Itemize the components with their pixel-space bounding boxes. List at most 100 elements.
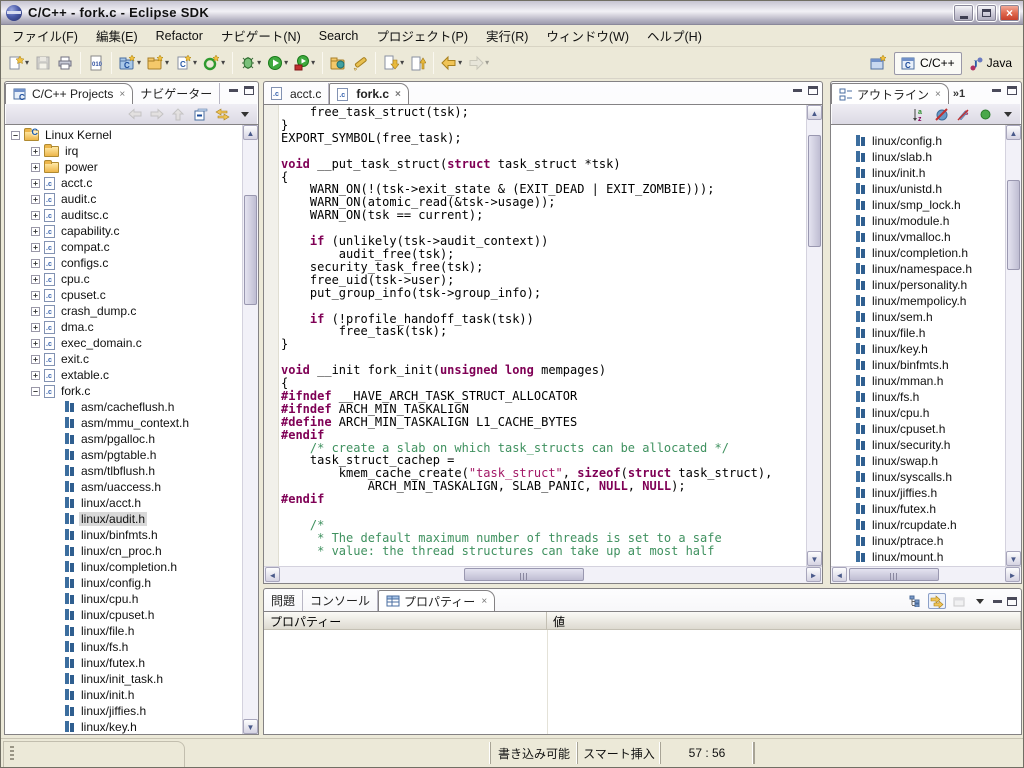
new-class-button[interactable]: ▾ [200, 51, 228, 75]
expand-icon[interactable]: + [31, 259, 40, 268]
tree-item[interactable]: linux/audit.h [7, 511, 241, 527]
print-button[interactable] [54, 51, 76, 75]
outline-item[interactable]: linux/sem.h [833, 309, 1004, 325]
external-tools-button[interactable]: ▾ [291, 51, 318, 75]
tree-item[interactable]: +configs.c [7, 255, 241, 271]
outline-item[interactable]: linux/mempolicy.h [833, 293, 1004, 309]
tree-item[interactable]: linux/key.h [7, 719, 241, 734]
collapse-icon[interactable]: − [31, 387, 40, 396]
outline-item[interactable]: linux/futex.h [833, 501, 1004, 517]
outline-item[interactable]: linux/key.h [833, 341, 1004, 357]
scroll-down-icon[interactable]: ▼ [1006, 551, 1021, 566]
outline-item[interactable]: linux/namespace.h [833, 261, 1004, 277]
tab-problems[interactable]: 問題 [264, 590, 303, 611]
outline-item[interactable]: linux/personality.h [833, 277, 1004, 293]
close-tab-icon[interactable]: × [481, 596, 487, 607]
scroll-up-icon[interactable]: ▲ [1006, 125, 1021, 140]
tree-item[interactable]: +power [7, 159, 241, 175]
tree-item[interactable]: asm/cacheflush.h [7, 399, 241, 415]
scroll-thumb[interactable] [244, 195, 257, 305]
restore-default-button[interactable] [951, 593, 966, 609]
outline-item[interactable]: linux/ptrace.h [833, 533, 1004, 549]
tree-item[interactable]: +cpuset.c [7, 287, 241, 303]
hide-static-button[interactable]: s [955, 106, 972, 122]
view-menu-icon[interactable] [999, 106, 1016, 122]
outline-item[interactable]: linux/fs.h [833, 389, 1004, 405]
maximize-view-icon[interactable] [244, 86, 254, 95]
scroll-up-icon[interactable]: ▲ [807, 105, 822, 120]
tree-item[interactable]: linux/binfmts.h [7, 527, 241, 543]
outline-item[interactable]: linux/smp_lock.h [833, 197, 1004, 213]
code-editor[interactable]: free_task_struct(tsk);}EXPORT_SYMBOL(fre… [281, 106, 805, 566]
outline-item[interactable]: linux/init.h [833, 165, 1004, 181]
binary-file-button[interactable]: 010 [85, 51, 107, 75]
scroll-thumb[interactable] [464, 568, 584, 581]
scroll-right-icon[interactable]: ► [1005, 567, 1020, 582]
menu-item[interactable]: プロジェクト(P) [367, 24, 477, 47]
tree-item[interactable]: +acct.c [7, 175, 241, 191]
outline-item[interactable]: linux/binfmts.h [833, 357, 1004, 373]
minimize-view-icon[interactable] [229, 89, 238, 92]
tree-item[interactable]: −Linux Kernel [7, 127, 241, 143]
minimize-button[interactable] [953, 4, 974, 22]
tree-item[interactable]: +dma.c [7, 319, 241, 335]
outline-vscrollbar[interactable]: ▲ ▼ [1005, 125, 1021, 566]
expand-icon[interactable]: + [31, 195, 40, 204]
column-property[interactable]: プロパティー [264, 612, 547, 629]
expand-icon[interactable]: + [31, 371, 40, 380]
maximize-view-icon[interactable] [1007, 597, 1017, 606]
outline-item[interactable]: linux/jiffies.h [833, 485, 1004, 501]
menu-item[interactable]: ウィンドウ(W) [537, 24, 638, 47]
scroll-down-icon[interactable]: ▼ [807, 551, 822, 566]
restore-button[interactable] [976, 4, 997, 22]
perspective-java-button[interactable]: J Java [962, 52, 1019, 75]
menu-item[interactable]: 実行(R) [477, 24, 537, 47]
tree-item[interactable]: asm/pgtable.h [7, 447, 241, 463]
forward-button[interactable]: ▾ [465, 51, 492, 75]
close-button[interactable]: × [999, 4, 1020, 22]
tree-item[interactable]: +exec_domain.c [7, 335, 241, 351]
scroll-thumb[interactable] [849, 568, 939, 581]
menu-item[interactable]: ファイル(F) [3, 24, 87, 47]
tree-item[interactable]: +compat.c [7, 239, 241, 255]
new-c-file-button[interactable]: C ▾ [172, 51, 200, 75]
expand-icon[interactable]: + [31, 211, 40, 220]
outline-item[interactable]: linux/mount.h [833, 549, 1004, 565]
minimize-view-icon[interactable] [992, 89, 1001, 92]
tree-item[interactable]: linux/cpu.h [7, 591, 241, 607]
fast-view-bar[interactable] [3, 741, 185, 767]
open-perspective-button[interactable] [863, 51, 894, 75]
expand-icon[interactable]: + [31, 307, 40, 316]
perspective-cpp-button[interactable]: C C/C++ [894, 52, 962, 75]
outline-item[interactable]: linux/vmalloc.h [833, 229, 1004, 245]
pin-button[interactable] [928, 593, 946, 609]
tab-navigator[interactable]: ナビゲーター [133, 83, 220, 104]
tree-item[interactable]: linux/init.h [7, 687, 241, 703]
outline-item[interactable]: linux/module.h [833, 213, 1004, 229]
view-back-button[interactable] [126, 106, 143, 122]
projects-vscrollbar[interactable]: ▲ ▼ [242, 125, 258, 734]
tree-item[interactable]: linux/file.h [7, 623, 241, 639]
new-source-folder-button[interactable]: ▾ [144, 51, 172, 75]
tree-item[interactable]: +irq [7, 143, 241, 159]
view-up-button[interactable] [170, 106, 187, 122]
expand-icon[interactable]: + [31, 179, 40, 188]
tree-item[interactable]: linux/futex.h [7, 655, 241, 671]
back-button[interactable]: ▾ [438, 51, 465, 75]
outline-item[interactable]: linux/syscalls.h [833, 469, 1004, 485]
hide-non-public-button[interactable] [977, 106, 994, 122]
expand-icon[interactable]: + [31, 147, 40, 156]
scroll-left-icon[interactable]: ◄ [265, 567, 280, 582]
save-button[interactable] [32, 51, 54, 75]
scroll-thumb[interactable] [1007, 180, 1020, 270]
scroll-right-icon[interactable]: ► [806, 567, 821, 582]
menu-item[interactable]: ナビゲート(N) [212, 24, 310, 47]
tree-mode-button[interactable] [908, 593, 923, 609]
outline-item[interactable]: linux/rcupdate.h [833, 517, 1004, 533]
outline-item[interactable]: linux/file.h [833, 325, 1004, 341]
column-divider[interactable] [547, 630, 548, 734]
menu-item[interactable]: Search [310, 27, 368, 45]
tab-acct-c[interactable]: acct.c [264, 83, 329, 104]
new-wizard-button[interactable]: ▾ [5, 51, 32, 75]
view-forward-button[interactable] [148, 106, 165, 122]
